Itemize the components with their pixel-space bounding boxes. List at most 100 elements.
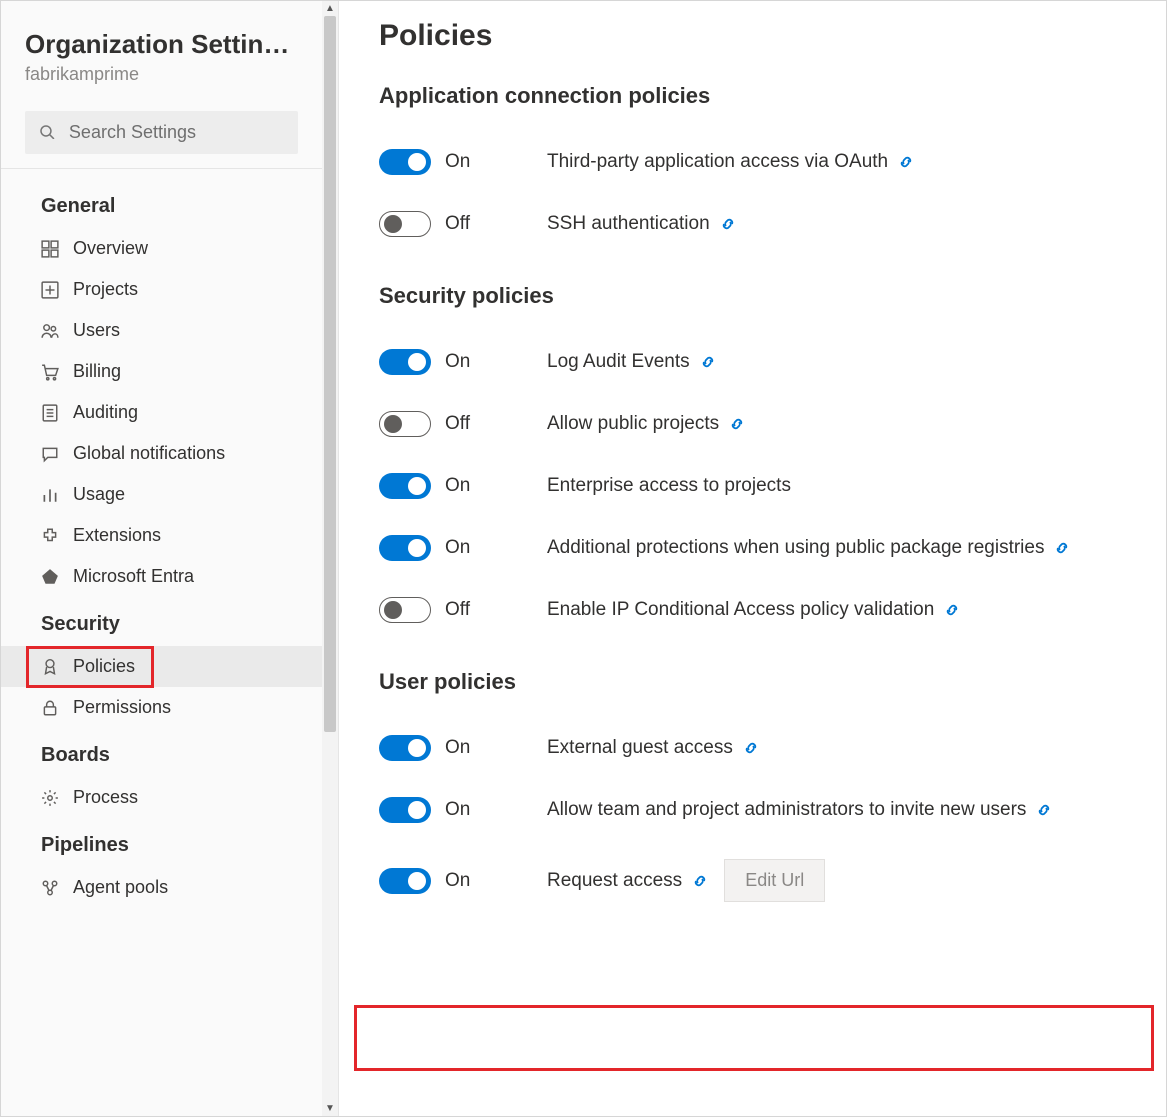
sidebar-item-auditing[interactable]: Auditing (1, 392, 322, 433)
policy-desc: External guest access (547, 737, 733, 759)
link-icon[interactable] (1054, 540, 1070, 556)
toggle-enterprise-access[interactable] (379, 473, 431, 499)
policy-desc: Additional protections when using public… (547, 537, 1044, 559)
scroll-up-icon[interactable]: ▲ (325, 1, 335, 16)
list-icon (41, 404, 59, 422)
link-icon[interactable] (720, 216, 736, 232)
link-icon[interactable] (743, 740, 759, 756)
search-input[interactable] (67, 121, 284, 144)
nav-label: Usage (73, 484, 125, 505)
bar-chart-icon (41, 486, 59, 504)
sidebar-item-microsoft-entra[interactable]: Microsoft Entra (1, 556, 322, 597)
plus-box-icon (41, 281, 59, 299)
policy-row-request-access: On Request access Edit Url (379, 841, 1126, 920)
link-icon[interactable] (700, 354, 716, 370)
org-settings-title: Organization Settin… (25, 29, 298, 60)
toggle-guest-access[interactable] (379, 735, 431, 761)
policy-row-invite-users: On Allow team and project administrators… (379, 779, 1126, 841)
policy-row-ssh: Off SSH authentication (379, 193, 1126, 255)
nav-label: Extensions (73, 525, 161, 546)
toggle-audit[interactable] (379, 349, 431, 375)
section-security-policies: Security policies (379, 283, 1126, 309)
nav-label: Billing (73, 361, 121, 382)
policy-desc: Request access (547, 870, 682, 892)
nav-group-pipelines: Pipelines (1, 818, 322, 867)
toggle-state: On (445, 737, 470, 759)
policy-row-enterprise-access: On Enterprise access to projects (379, 455, 1126, 517)
policy-row-ip-conditional: Off Enable IP Conditional Access policy … (379, 579, 1126, 641)
toggle-state: On (445, 799, 470, 821)
edit-url-button[interactable]: Edit Url (724, 859, 825, 902)
policy-desc: Third-party application access via OAuth (547, 151, 888, 173)
nav-label: Permissions (73, 697, 171, 718)
toggle-ip-conditional[interactable] (379, 597, 431, 623)
main-content: Policies Application connection policies… (339, 1, 1166, 1116)
section-application-connection: Application connection policies (379, 83, 1126, 109)
nav-label: Projects (73, 279, 138, 300)
cart-icon (41, 363, 59, 381)
gear-icon (41, 789, 59, 807)
badge-icon (41, 658, 59, 676)
nav-label: Users (73, 320, 120, 341)
policy-row-guest-access: On External guest access (379, 717, 1126, 779)
toggle-package-protections[interactable] (379, 535, 431, 561)
sidebar-item-policies[interactable]: Policies (1, 646, 322, 687)
toggle-request-access[interactable] (379, 868, 431, 894)
toggle-public-projects[interactable] (379, 411, 431, 437)
link-icon[interactable] (898, 154, 914, 170)
policy-desc: Enterprise access to projects (547, 475, 791, 497)
sidebar: Organization Settin… fabrikamprime Gener… (1, 1, 339, 1116)
nav-group-general: General (1, 179, 322, 228)
toggle-state: On (445, 870, 470, 892)
toggle-invite-users[interactable] (379, 797, 431, 823)
policy-desc: SSH authentication (547, 213, 710, 235)
policy-desc: Allow team and project administrators to… (547, 799, 1026, 821)
sidebar-item-usage[interactable]: Usage (1, 474, 322, 515)
sidebar-item-billing[interactable]: Billing (1, 351, 322, 392)
toggle-state: On (445, 537, 470, 559)
link-icon[interactable] (692, 873, 708, 889)
toggle-oauth[interactable] (379, 149, 431, 175)
policy-desc: Allow public projects (547, 413, 719, 435)
sidebar-item-extensions[interactable]: Extensions (1, 515, 322, 556)
toggle-state: Off (445, 599, 470, 621)
sidebar-item-projects[interactable]: Projects (1, 269, 322, 310)
search-settings[interactable] (25, 111, 298, 154)
link-icon[interactable] (1036, 802, 1052, 818)
lock-icon (41, 699, 59, 717)
grid-icon (41, 240, 59, 258)
link-icon[interactable] (729, 416, 745, 432)
policy-desc: Log Audit Events (547, 351, 690, 373)
policy-row-audit: On Log Audit Events (379, 331, 1126, 393)
policy-row-oauth: On Third-party application access via OA… (379, 131, 1126, 193)
nav-label: Process (73, 787, 138, 808)
toggle-ssh[interactable] (379, 211, 431, 237)
nav-label: Overview (73, 238, 148, 259)
chat-icon (41, 445, 59, 463)
sidebar-scrollbar[interactable]: ▲ ▼ (322, 1, 338, 1116)
policy-row-package-protections: On Additional protections when using pub… (379, 517, 1126, 579)
users-icon (41, 322, 59, 340)
toggle-state: Off (445, 213, 470, 235)
sidebar-item-users[interactable]: Users (1, 310, 322, 351)
nav-group-security: Security (1, 597, 322, 646)
sidebar-item-process[interactable]: Process (1, 777, 322, 818)
agents-icon (41, 879, 59, 897)
puzzle-icon (41, 527, 59, 545)
nav-label: Agent pools (73, 877, 168, 898)
search-icon (39, 124, 55, 142)
sidebar-item-agent-pools[interactable]: Agent pools (1, 867, 322, 908)
nav-label: Microsoft Entra (73, 566, 194, 587)
policy-desc: Enable IP Conditional Access policy vali… (547, 599, 934, 621)
org-name: fabrikamprime (25, 64, 298, 85)
sidebar-item-global-notifications[interactable]: Global notifications (1, 433, 322, 474)
scroll-down-icon[interactable]: ▼ (325, 1101, 335, 1116)
policy-row-public-projects: Off Allow public projects (379, 393, 1126, 455)
sidebar-item-permissions[interactable]: Permissions (1, 687, 322, 728)
sidebar-item-overview[interactable]: Overview (1, 228, 322, 269)
page-title: Policies (379, 19, 1126, 53)
link-icon[interactable] (944, 602, 960, 618)
nav-label: Global notifications (73, 443, 225, 464)
entra-icon (41, 568, 59, 586)
scroll-thumb[interactable] (324, 16, 336, 732)
